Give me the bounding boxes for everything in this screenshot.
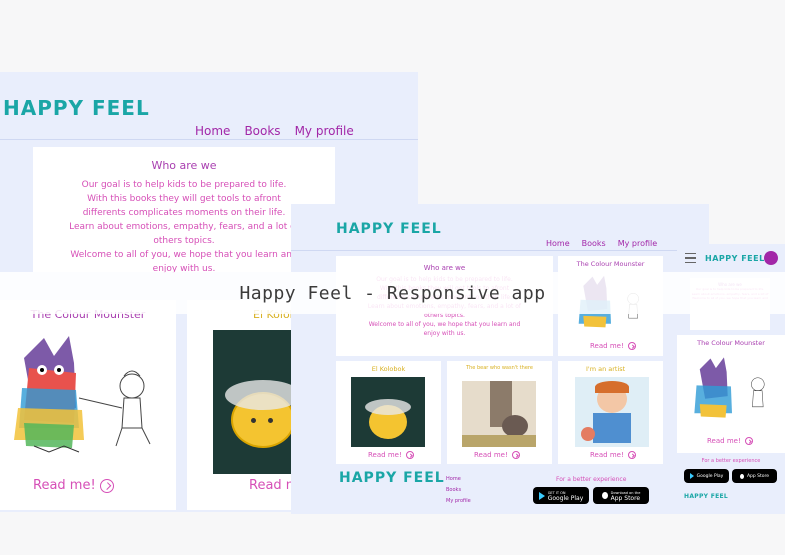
read-more-link[interactable]: Read me! (368, 451, 414, 459)
colour-monster-illustration (694, 357, 765, 418)
who-line: enjoy with us. (423, 330, 466, 337)
footer-link-home[interactable]: Home (446, 474, 471, 485)
arrow-right-icon (99, 478, 114, 493)
main-nav: Home Books My profile (546, 239, 657, 248)
nav-divider (0, 139, 418, 140)
brand-logo[interactable]: HAPPY FEEL (705, 254, 765, 263)
overlay-title-bar: Happy Feel - Responsive app (0, 272, 785, 314)
read-more-label: Read me! (33, 478, 96, 493)
who-line: others topics. (153, 236, 215, 246)
app-store-label: App Store (610, 494, 641, 502)
read-more-label: Read me! (368, 451, 402, 459)
footer-link-profile[interactable]: My profile (446, 496, 471, 507)
artist-illustration (575, 377, 649, 447)
app-store-button[interactable]: Download on the App Store (593, 487, 649, 504)
tablet-screenshot: HAPPY FEEL Home Books My profile Who are… (291, 204, 709, 514)
who-line: Our goal is to help kids to be prepared … (81, 180, 287, 190)
footer-links: Home Books My profile (446, 474, 471, 507)
apple-icon (601, 492, 608, 499)
nav-home-link[interactable]: Home (546, 239, 570, 248)
main-nav: Home Books My profile (195, 124, 354, 138)
book-card-monster[interactable]: The Colour Mounster Read me! (0, 300, 176, 510)
footer-experience: For a better experience (701, 458, 761, 464)
who-line: differents complicates moments on their … (82, 208, 286, 218)
read-more-link[interactable]: Read me! (474, 451, 520, 459)
footer-logo[interactable]: HAPPY FEEL (684, 493, 728, 500)
nav-books-link[interactable]: Books (582, 239, 606, 248)
book-title: El Kolobok (371, 365, 406, 373)
who-line: Welcome to all of you, we hope that you … (368, 321, 521, 328)
who-line: Learn about emotions, empathy, fears, an… (69, 222, 299, 232)
read-more-label: Read me! (590, 342, 624, 350)
app-store-label: App Store (746, 473, 770, 479)
google-play-label: Google Play (547, 494, 584, 502)
footer-link-books[interactable]: Books (446, 485, 471, 496)
read-more-label: Read me! (707, 437, 741, 445)
play-icon (538, 491, 545, 500)
apple-icon (739, 473, 744, 479)
footer: HAPPY FEEL Home Books My profile For a b… (291, 466, 709, 514)
book-card-kolobok[interactable]: El Kolobok Read me! (336, 361, 441, 464)
arrow-right-icon (627, 342, 636, 350)
read-more-label: Read me! (474, 451, 508, 459)
brand-logo[interactable]: HAPPY FEEL (3, 96, 150, 120)
read-more-link[interactable]: Read me! (33, 478, 114, 493)
showcase-canvas: HAPPY FEEL Home Books My profile Who are… (0, 0, 785, 555)
book-title: The Colour Mounster (576, 260, 645, 268)
google-play-button[interactable]: Google Play (684, 469, 729, 483)
overlay-title: Happy Feel - Responsive app (239, 282, 546, 304)
hamburger-menu-icon[interactable] (685, 253, 696, 263)
book-title: The Colour Mounster (697, 339, 765, 347)
nav-divider (291, 250, 709, 251)
book-card-bear[interactable]: The bear who wasn't there Read me! (447, 361, 552, 464)
nav-home-link[interactable]: Home (195, 124, 230, 138)
arrow-right-icon (744, 437, 753, 445)
book-card-artist[interactable]: I'm an artist Read me! (558, 361, 663, 464)
nav-profile-link[interactable]: My profile (295, 124, 354, 138)
google-play-button[interactable]: GET IT ON Google Play (533, 487, 589, 504)
who-are-we-card: Who are we Our goal is to help kids to b… (33, 147, 335, 274)
profile-avatar[interactable] (764, 251, 778, 265)
read-more-label: Read me! (590, 451, 624, 459)
play-icon (689, 473, 694, 479)
who-heading: Who are we (151, 159, 217, 172)
nav-profile-link[interactable]: My profile (618, 239, 657, 248)
colour-monster-illustration (14, 336, 151, 453)
read-more-link[interactable]: Read me! (590, 342, 636, 350)
google-play-label: Google Play (696, 473, 724, 479)
read-more-link[interactable]: Read me! (707, 437, 753, 445)
footer-experience: For a better experience (556, 476, 627, 483)
who-line: With this books they will get tools to a… (87, 194, 281, 204)
kolobok-illustration (351, 377, 425, 447)
app-store-button[interactable]: App Store (732, 469, 777, 483)
bear-illustration (462, 381, 536, 447)
arrow-right-icon (627, 451, 636, 459)
read-more-link[interactable]: Read me! (590, 451, 636, 459)
who-heading: Who are we (423, 264, 466, 272)
book-title: I'm an artist (586, 365, 626, 373)
footer-logo[interactable]: HAPPY FEEL (339, 470, 445, 486)
nav-books-link[interactable]: Books (244, 124, 280, 138)
arrow-right-icon (511, 451, 520, 459)
arrow-right-icon (405, 451, 414, 459)
brand-logo[interactable]: HAPPY FEEL (336, 221, 442, 237)
who-line: Welcome to all of you, we hope that you … (70, 250, 298, 260)
book-title: The bear who wasn't there (466, 365, 533, 371)
book-card-monster[interactable]: The Colour Mounster Read me! (677, 335, 785, 453)
